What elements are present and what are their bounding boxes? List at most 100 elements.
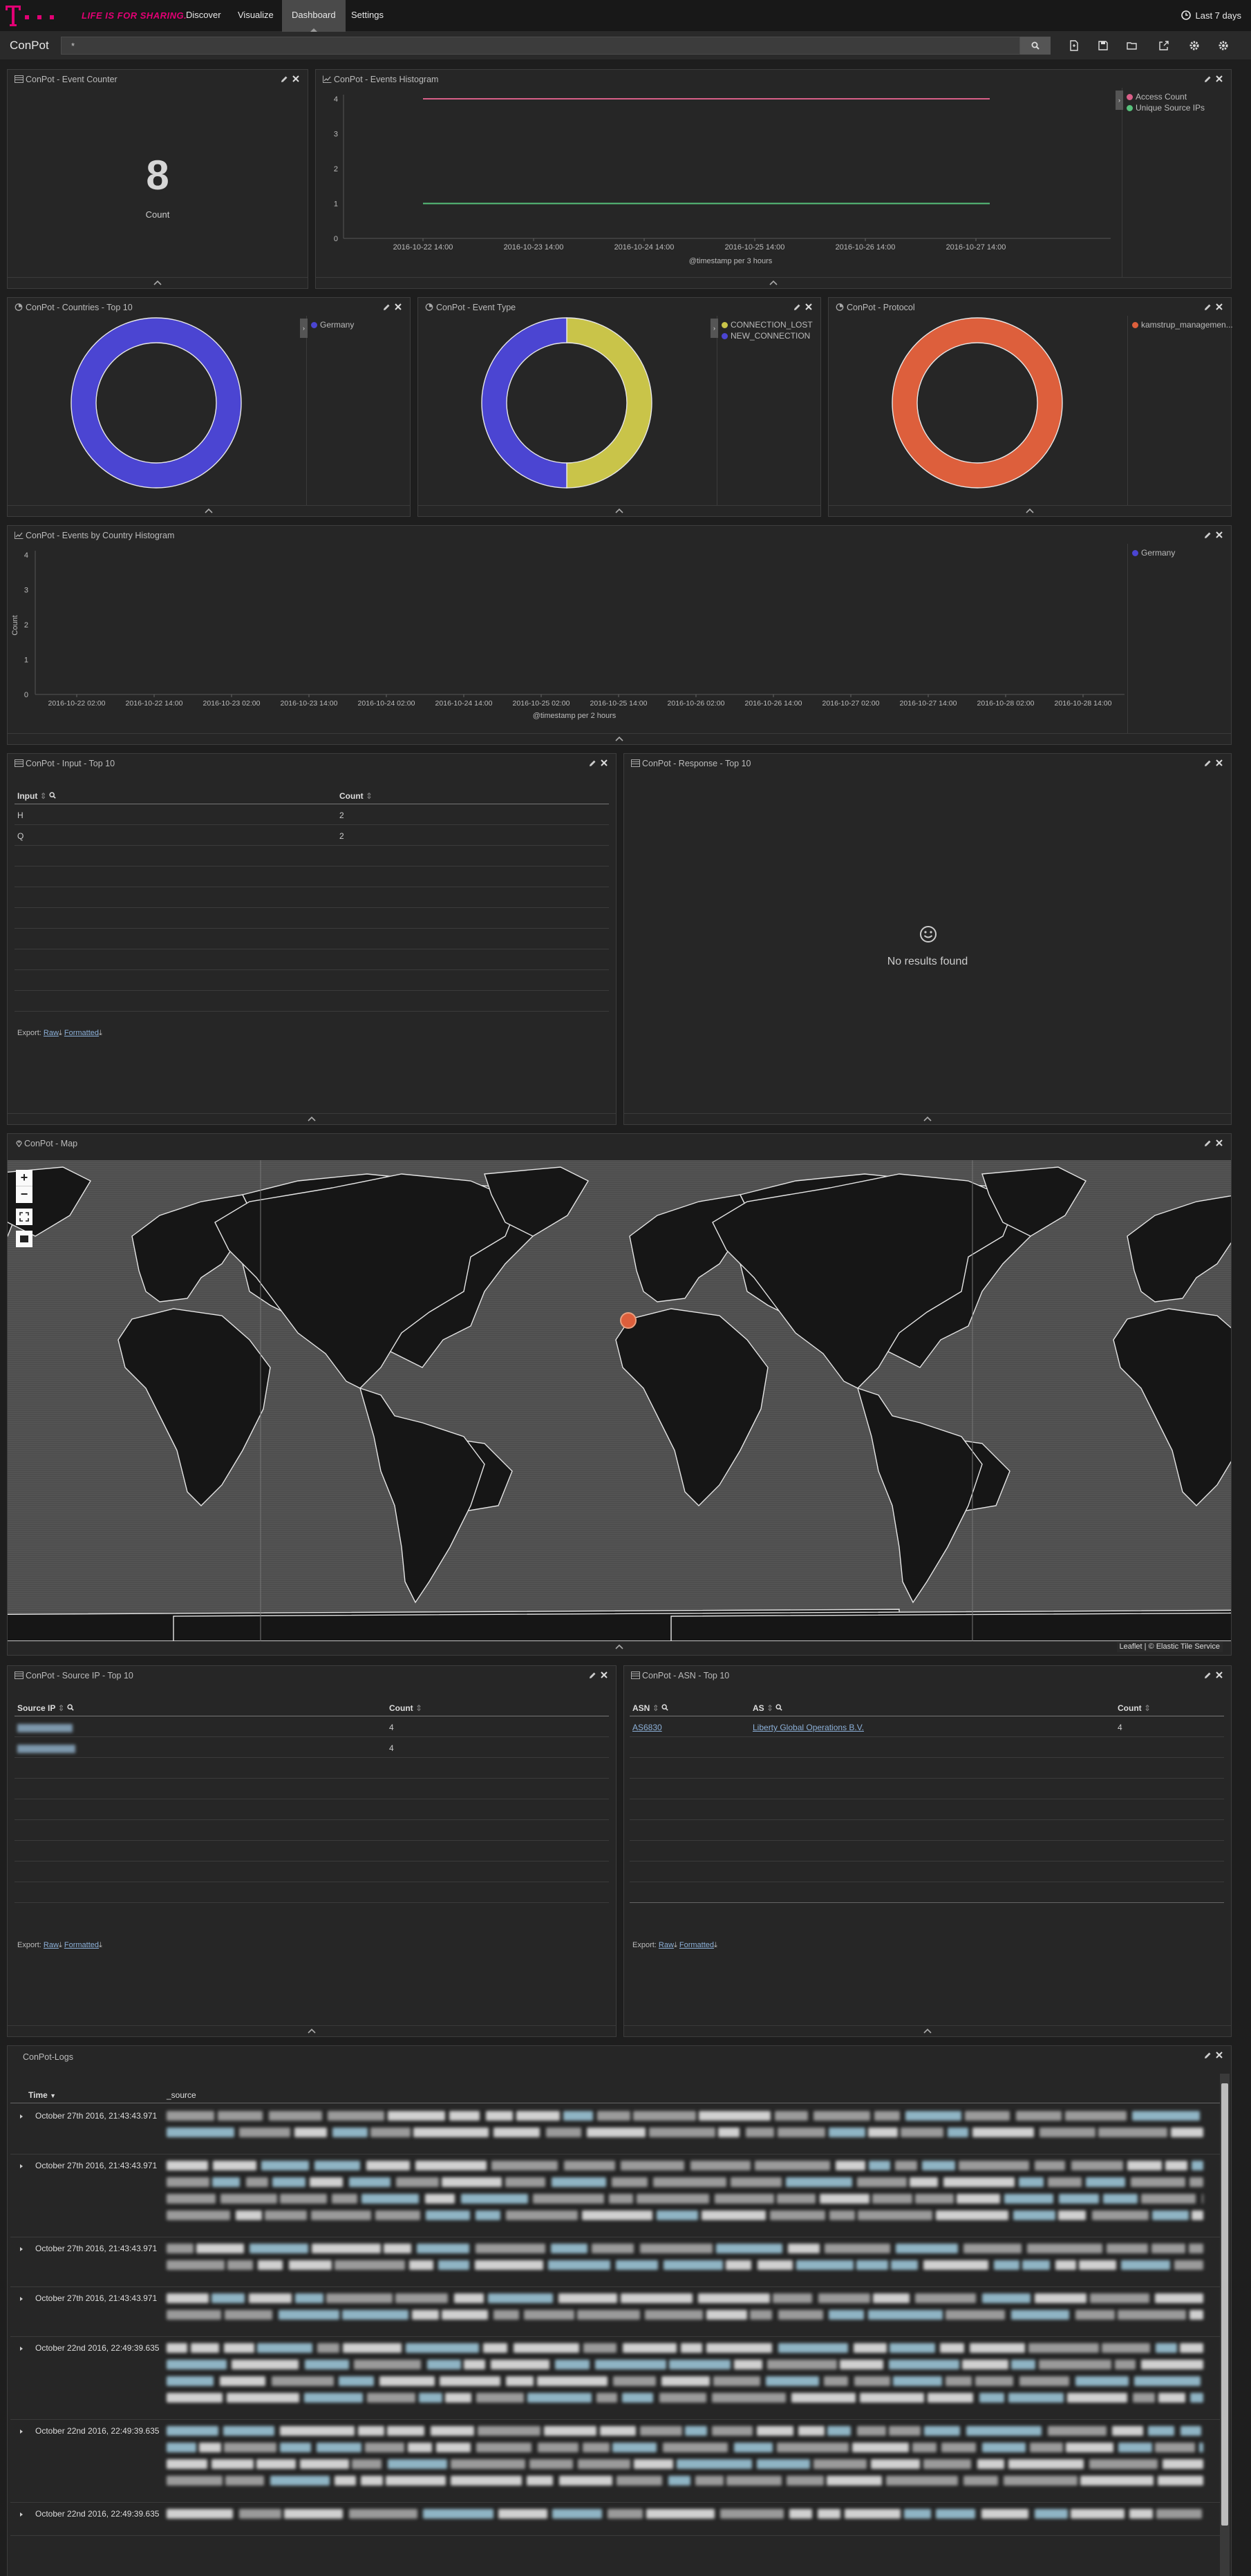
edit-pencil-icon[interactable] bbox=[1204, 531, 1212, 539]
table-cell[interactable]: Q bbox=[17, 831, 23, 841]
close-icon[interactable] bbox=[395, 303, 402, 310]
sort-icon[interactable]: ⇕ bbox=[1144, 1703, 1151, 1713]
export-formatted-link[interactable]: Formatted bbox=[64, 1941, 99, 1949]
settings-gear-icon[interactable] bbox=[1218, 40, 1229, 51]
column-header-count[interactable]: Count ⇕ bbox=[389, 1703, 422, 1713]
chevron-up-icon[interactable] bbox=[153, 280, 162, 285]
download-icon[interactable]: ⤓ bbox=[99, 1029, 102, 1037]
legend-item-new-connection[interactable]: NEW_CONNECTION bbox=[722, 331, 810, 341]
share-icon[interactable] bbox=[1158, 40, 1169, 51]
nav-visualize[interactable]: Visualize bbox=[228, 0, 283, 32]
export-raw-link[interactable]: Raw bbox=[659, 1941, 674, 1949]
export-raw-link[interactable]: Raw bbox=[44, 1941, 59, 1949]
source-ip-redacted[interactable] bbox=[17, 1745, 75, 1753]
map-marker-germany[interactable] bbox=[620, 1312, 637, 1329]
chevron-up-icon[interactable] bbox=[615, 508, 623, 513]
zoom-in-button[interactable]: + bbox=[16, 1170, 32, 1186]
download-icon[interactable]: ⤓ bbox=[59, 1941, 62, 1949]
column-header-count[interactable]: Count ⇕ bbox=[1118, 1703, 1151, 1713]
edit-pencil-icon[interactable] bbox=[589, 759, 596, 767]
legend-item-kamstrup[interactable]: kamstrup_managemen... bbox=[1132, 320, 1233, 330]
expand-row-icon[interactable] bbox=[19, 2512, 24, 2517]
close-icon[interactable] bbox=[1216, 1671, 1223, 1678]
open-folder-icon[interactable] bbox=[1127, 40, 1138, 51]
close-icon[interactable] bbox=[601, 1671, 608, 1678]
sort-icon[interactable]: ⇕ bbox=[766, 1703, 773, 1713]
legend-item-germany[interactable]: Germany bbox=[311, 320, 354, 330]
expand-row-icon[interactable] bbox=[19, 2163, 24, 2169]
nav-discover[interactable]: Discover bbox=[176, 0, 231, 32]
close-icon[interactable] bbox=[1216, 75, 1223, 82]
column-header-time[interactable]: Time ▼ bbox=[28, 2090, 56, 2100]
edit-pencil-icon[interactable] bbox=[281, 75, 288, 83]
world-map[interactable] bbox=[8, 1160, 1231, 1641]
close-icon[interactable] bbox=[1216, 303, 1223, 310]
fit-bounds-button[interactable] bbox=[16, 1209, 32, 1225]
zoom-out-button[interactable]: − bbox=[16, 1186, 32, 1203]
column-header-count[interactable]: Count ⇕ bbox=[339, 791, 373, 801]
chevron-up-icon[interactable] bbox=[308, 2028, 316, 2034]
download-icon[interactable]: ⤓ bbox=[59, 1029, 62, 1037]
filter-search-icon[interactable] bbox=[49, 792, 56, 799]
close-icon[interactable] bbox=[292, 75, 299, 82]
edit-pencil-icon[interactable] bbox=[1204, 303, 1212, 311]
sort-icon[interactable]: ⇕ bbox=[40, 791, 47, 801]
donut-slice[interactable] bbox=[892, 318, 1062, 488]
download-icon[interactable]: ⤓ bbox=[99, 1941, 102, 1949]
edit-pencil-icon[interactable] bbox=[1204, 1671, 1212, 1679]
edit-pencil-icon[interactable] bbox=[1204, 2052, 1212, 2059]
chevron-up-icon[interactable] bbox=[205, 508, 213, 513]
sort-icon[interactable]: ⇕ bbox=[366, 791, 373, 801]
telekom-t-logo[interactable] bbox=[4, 4, 22, 28]
edit-pencil-icon[interactable] bbox=[1204, 75, 1212, 83]
close-icon[interactable] bbox=[1216, 759, 1223, 766]
filter-search-icon[interactable] bbox=[661, 1704, 668, 1711]
legend-toggle-button[interactable]: › bbox=[1116, 91, 1123, 110]
search-button[interactable] bbox=[1020, 37, 1051, 55]
sort-desc-icon[interactable]: ▼ bbox=[50, 2092, 56, 2099]
close-icon[interactable] bbox=[1216, 531, 1223, 538]
close-icon[interactable] bbox=[1216, 2052, 1223, 2058]
column-header-asn[interactable]: ASN ⇕ bbox=[632, 1703, 668, 1713]
expand-row-icon[interactable] bbox=[19, 2246, 24, 2252]
sort-icon[interactable]: ⇕ bbox=[415, 1703, 422, 1713]
legend-item-access-count[interactable]: Access Count bbox=[1127, 92, 1187, 102]
chevron-up-icon[interactable] bbox=[769, 280, 778, 285]
edit-pencil-icon[interactable] bbox=[793, 303, 801, 311]
time-picker[interactable]: Last 7 days bbox=[1181, 10, 1241, 21]
expand-row-icon[interactable] bbox=[19, 2429, 24, 2434]
edit-pencil-icon[interactable] bbox=[1204, 759, 1212, 767]
legend-toggle-button[interactable]: › bbox=[300, 319, 308, 338]
column-header-input[interactable]: Input ⇕ bbox=[17, 791, 56, 801]
legend-toggle-button[interactable]: › bbox=[711, 319, 718, 338]
legend-item-germany[interactable]: Germany bbox=[1132, 548, 1175, 558]
close-icon[interactable] bbox=[805, 303, 812, 310]
donut-slice[interactable] bbox=[481, 317, 567, 489]
chevron-up-icon[interactable] bbox=[923, 1116, 932, 1121]
edit-pencil-icon[interactable] bbox=[1204, 1139, 1212, 1147]
column-header-source-ip[interactable]: Source IP ⇕ bbox=[17, 1703, 74, 1713]
nav-settings[interactable]: Settings bbox=[341, 0, 393, 32]
edit-pencil-icon[interactable] bbox=[383, 303, 391, 311]
donut-slice[interactable] bbox=[566, 317, 652, 489]
expand-row-icon[interactable] bbox=[19, 2114, 24, 2119]
asn-link[interactable]: AS6830 bbox=[632, 1723, 662, 1732]
filter-search-icon[interactable] bbox=[67, 1704, 74, 1711]
scrollbar-track[interactable] bbox=[1220, 2074, 1230, 2576]
export-formatted-link[interactable]: Formatted bbox=[679, 1941, 714, 1949]
source-ip-redacted[interactable] bbox=[17, 1724, 73, 1732]
chevron-up-icon[interactable] bbox=[615, 736, 623, 741]
chevron-up-icon[interactable] bbox=[1026, 508, 1034, 513]
draw-rectangle-button[interactable] bbox=[16, 1231, 32, 1247]
export-formatted-link[interactable]: Formatted bbox=[64, 1029, 99, 1037]
as-name-link[interactable]: Liberty Global Operations B.V. bbox=[753, 1723, 864, 1732]
legend-item-unique-source-ips[interactable]: Unique Source IPs bbox=[1127, 103, 1205, 113]
legend-item-connection-lost[interactable]: CONNECTION_LOST bbox=[722, 320, 813, 330]
sort-icon[interactable]: ⇕ bbox=[57, 1703, 64, 1713]
search-input[interactable] bbox=[61, 37, 1020, 55]
table-cell[interactable]: H bbox=[17, 811, 23, 820]
column-header-as[interactable]: AS ⇕ bbox=[753, 1703, 783, 1713]
chevron-up-icon[interactable] bbox=[615, 1644, 623, 1649]
download-icon[interactable]: ⤓ bbox=[714, 1941, 717, 1949]
nav-dashboard[interactable]: Dashboard bbox=[282, 0, 346, 32]
